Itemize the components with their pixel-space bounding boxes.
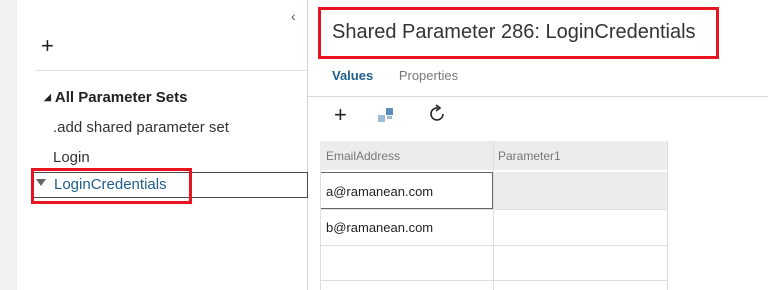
add-parameter-set-button[interactable]: + [41,35,54,57]
tree-item-label: LoginCredentials [54,176,167,193]
left-gutter [0,0,18,290]
tab-properties[interactable]: Properties [399,68,458,83]
tab-values[interactable]: Values [332,68,373,83]
tree-item-label: .add shared parameter set [53,119,229,136]
tree-root-all-parameter-sets[interactable]: ◢ All Parameter Sets [44,89,188,106]
manage-columns-icon [378,108,393,122]
tree-item-logincredentials[interactable]: LoginCredentials [33,172,308,198]
page-title: Shared Parameter 286: LoginCredentials [332,21,696,43]
grid-col-divider [667,141,668,290]
refresh-button[interactable] [428,104,448,129]
column-header-parameter1[interactable]: Parameter1 [498,149,561,163]
tree-root-label: All Parameter Sets [54,89,188,106]
column-header-emailaddress[interactable]: EmailAddress [326,149,400,163]
divider [35,70,307,71]
grid-col-divider [320,170,321,290]
add-row-button[interactable]: + [334,102,347,128]
grid-cell-shaded [494,172,667,209]
tab-divider [308,96,768,97]
shared-parameter-detail: Shared Parameter 286: LoginCredentials V… [308,0,768,290]
selected-arrow-icon [36,179,46,186]
grid-col-divider [493,141,494,290]
manage-columns-button[interactable] [376,106,396,129]
parameter-sets-panel: ‹ + ◢ All Parameter Sets .add shared para… [17,0,308,290]
grid-cell-email[interactable]: b@ramanean.com [326,220,433,235]
tab-strip: Values Properties [332,68,480,83]
tree-item-login[interactable]: Login [53,149,90,166]
expand-triangle-icon[interactable]: ◢ [44,92,51,102]
chevron-left-icon[interactable]: ‹ [291,8,296,24]
grid-cell-email[interactable]: a@ramanean.com [326,184,433,199]
tree-item-add-shared-parameter-set[interactable]: .add shared parameter set [53,119,229,136]
plus-icon: + [334,102,347,127]
refresh-icon [430,104,444,121]
tree-item-label: Login [53,149,90,166]
